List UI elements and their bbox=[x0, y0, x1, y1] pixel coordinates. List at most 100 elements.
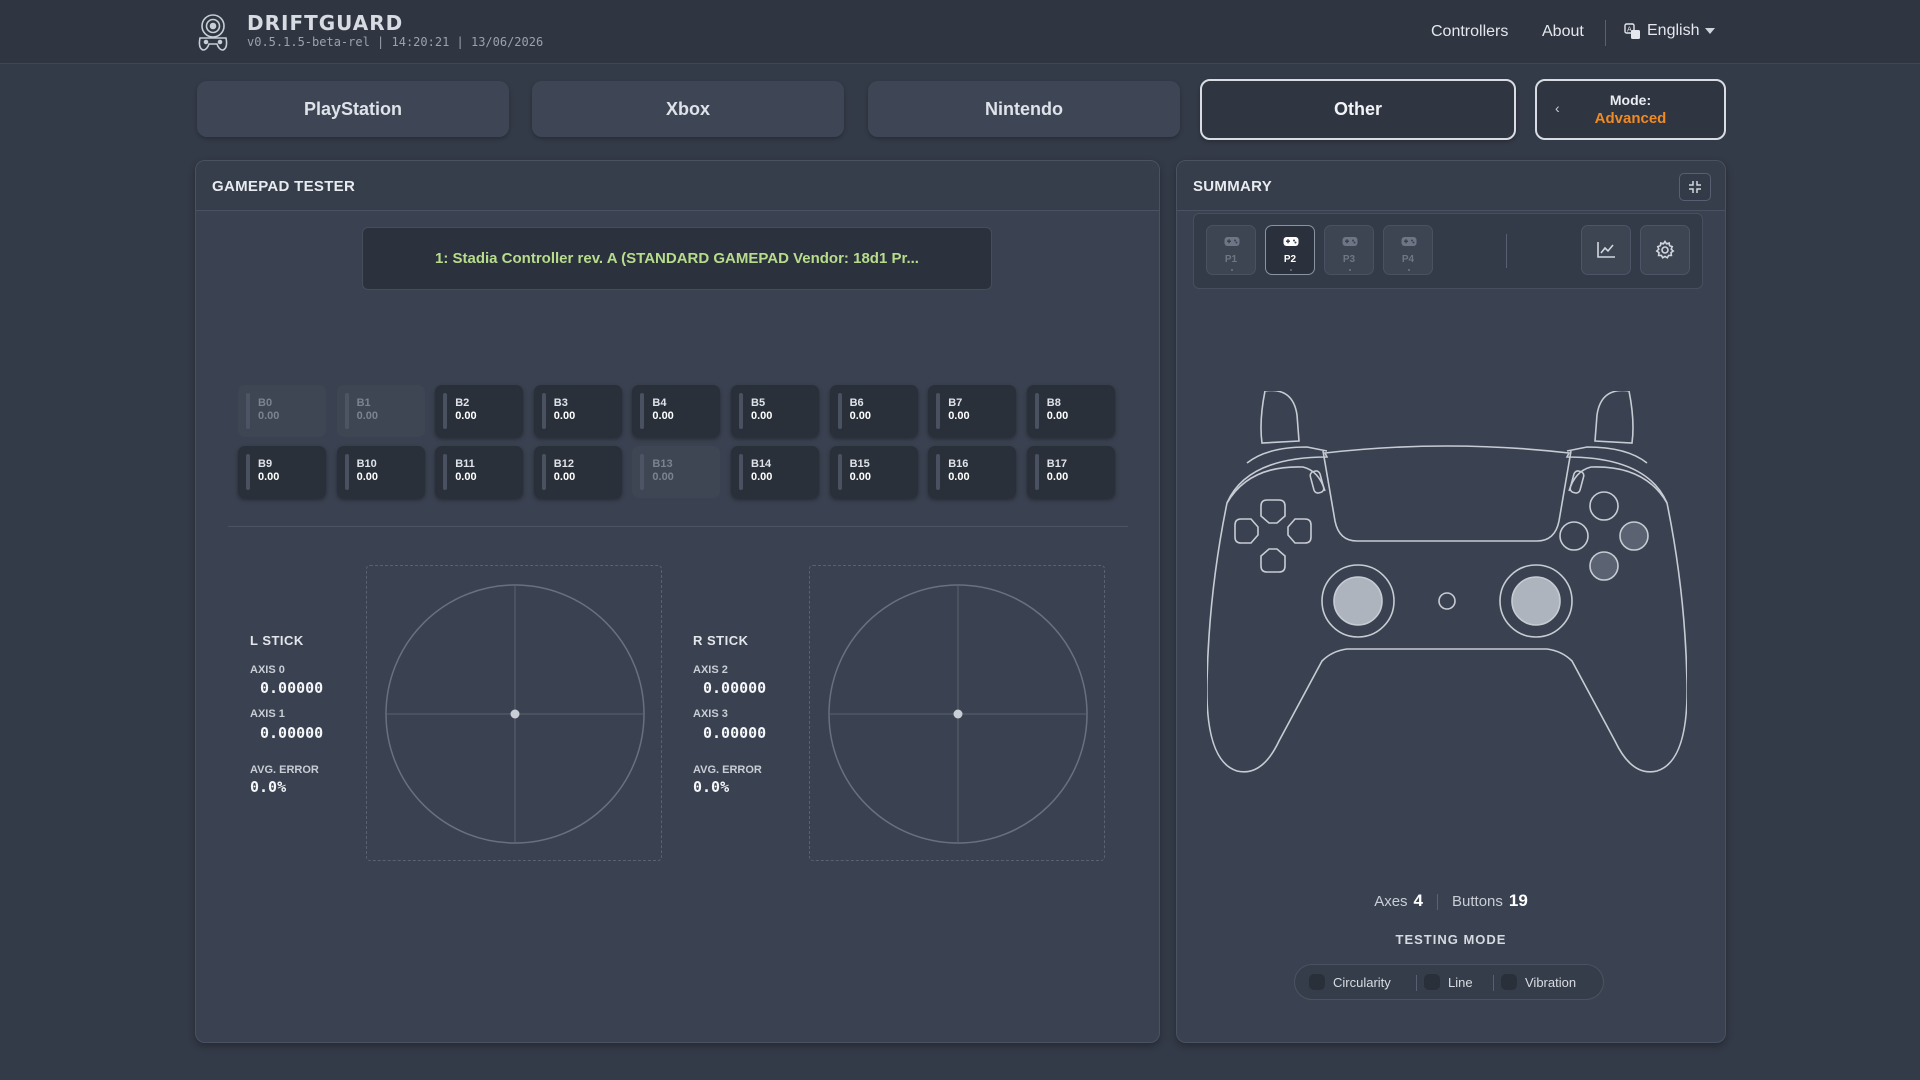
device-selector[interactable]: 1: Stadia Controller rev. A (STANDARD GA… bbox=[362, 227, 992, 290]
settings-button[interactable] bbox=[1640, 225, 1690, 275]
vibration-label: Vibration bbox=[1525, 974, 1577, 990]
option-vibration[interactable]: Vibration bbox=[1501, 974, 1576, 990]
right-axis-y-value: 0.00000 bbox=[703, 724, 767, 742]
left-axis-y-label: AXIS 1 bbox=[250, 708, 285, 720]
collapse-button[interactable] bbox=[1679, 173, 1711, 201]
player-label: P4 bbox=[1401, 254, 1415, 265]
button-name: B3 bbox=[553, 397, 568, 409]
player-slot-p1[interactable]: P1 bbox=[1206, 225, 1256, 275]
button-indicator: B14 0.00 bbox=[731, 446, 819, 498]
player-status-dot bbox=[1349, 269, 1351, 271]
button-name: B0 bbox=[258, 397, 273, 409]
counts-row: Axes 4 Buttons 19 bbox=[1177, 891, 1725, 911]
tab-nintendo[interactable]: Nintendo bbox=[868, 81, 1180, 137]
left-axis-y-value: 0.00000 bbox=[260, 724, 324, 742]
line-checkbox[interactable] bbox=[1424, 974, 1440, 990]
button-value: 0.00 bbox=[356, 471, 379, 483]
line-label: Line bbox=[1448, 974, 1473, 990]
language-selector[interactable]: A English bbox=[1624, 22, 1716, 40]
button-indicator: B4 0.00 bbox=[632, 385, 721, 437]
left-axis-x-label: AXIS 0 bbox=[250, 664, 285, 676]
language-label: English bbox=[1647, 22, 1700, 39]
button-indicator: B15 0.00 bbox=[829, 446, 918, 498]
tab-other[interactable]: Other bbox=[1200, 79, 1516, 140]
right-axis-y-label: AXIS 3 bbox=[693, 708, 728, 720]
nav-about-link[interactable]: About bbox=[1542, 23, 1584, 41]
right-stick-visualizer bbox=[809, 565, 1105, 861]
option-line[interactable]: Line bbox=[1424, 974, 1473, 990]
right-stick-circle bbox=[828, 584, 1088, 844]
brand-name: DRIFTGUARD bbox=[247, 11, 404, 35]
button-pressure-bar bbox=[936, 454, 941, 490]
left-error-label: AVG. ERROR bbox=[250, 764, 319, 776]
option-divider bbox=[1493, 975, 1494, 991]
button-indicator: B0 0.00 bbox=[238, 385, 326, 437]
right-axis-x-value: 0.00000 bbox=[703, 679, 767, 697]
button-name: B16 bbox=[948, 458, 969, 470]
vibration-checkbox[interactable] bbox=[1501, 974, 1517, 990]
top-header: DRIFTGUARD v0.5.1.5-beta-rel | 14:20:21 … bbox=[0, 0, 1920, 64]
left-stick-title: L STICK bbox=[250, 633, 304, 648]
button-value: 0.00 bbox=[948, 410, 970, 422]
player-label: P3 bbox=[1342, 254, 1356, 265]
button-indicator: B9 0.00 bbox=[238, 446, 326, 498]
button-pressure-bar bbox=[443, 454, 448, 490]
nav-controllers-link[interactable]: Controllers bbox=[1431, 23, 1508, 41]
player-status-dot bbox=[1231, 269, 1233, 271]
button-pressure-bar bbox=[541, 393, 546, 429]
buttons-count: 19 bbox=[1508, 891, 1528, 910]
circularity-checkbox[interactable] bbox=[1309, 974, 1325, 990]
button-pressure-bar bbox=[541, 454, 546, 490]
button-name: B7 bbox=[948, 397, 963, 409]
gamepad-icon bbox=[1224, 237, 1240, 246]
button-indicator: B1 0.00 bbox=[336, 385, 425, 437]
tab-xbox[interactable]: Xbox bbox=[532, 81, 844, 137]
button-indicator: B17 0.00 bbox=[1026, 446, 1115, 498]
tester-title: GAMEPAD TESTER bbox=[212, 178, 356, 195]
left-error-value: 0.0% bbox=[250, 778, 287, 796]
counts-divider bbox=[1437, 894, 1439, 911]
button-value: 0.00 bbox=[553, 471, 576, 483]
right-error-label: AVG. ERROR bbox=[693, 764, 762, 776]
button-value: 0.00 bbox=[652, 410, 674, 422]
button-indicator: B7 0.00 bbox=[928, 385, 1017, 437]
button-name: B17 bbox=[1046, 458, 1067, 470]
gamepad-icon bbox=[1401, 237, 1417, 246]
button-pressure-bar bbox=[1034, 454, 1039, 490]
button-indicator: B3 0.00 bbox=[533, 385, 622, 437]
summary-panel-header: SUMMARY bbox=[1177, 161, 1725, 211]
button-value: 0.00 bbox=[849, 471, 872, 483]
button-value: 0.00 bbox=[553, 410, 576, 422]
button-name: B12 bbox=[553, 458, 574, 470]
caret-down-icon bbox=[1705, 28, 1716, 34]
button-pressure-bar bbox=[739, 393, 743, 429]
mode-toggle-button[interactable]: ‹ Mode: Advanced bbox=[1535, 79, 1726, 140]
player-slot-p4[interactable]: P4 bbox=[1383, 225, 1433, 275]
button-name: B9 bbox=[258, 458, 273, 470]
button-indicator: B5 0.00 bbox=[731, 385, 819, 437]
button-indicator: B13 0.00 bbox=[632, 446, 721, 498]
option-circularity[interactable]: Circularity bbox=[1309, 974, 1391, 990]
button-pressure-bar bbox=[837, 393, 842, 429]
button-indicator: B8 0.00 bbox=[1026, 385, 1115, 437]
button-indicator: B12 0.00 bbox=[533, 446, 622, 498]
button-pressure-bar bbox=[640, 393, 645, 429]
button-pressure-bar bbox=[1034, 393, 1039, 429]
button-value: 0.00 bbox=[356, 410, 379, 422]
button-name: B11 bbox=[455, 458, 475, 470]
button-indicator: B11 0.00 bbox=[435, 446, 524, 498]
button-name: B6 bbox=[849, 397, 864, 409]
button-value: 0.00 bbox=[455, 410, 477, 422]
player-status-dot bbox=[1290, 269, 1292, 271]
button-name: B10 bbox=[356, 458, 377, 470]
chart-button[interactable] bbox=[1581, 225, 1631, 275]
right-error-value: 0.0% bbox=[693, 778, 730, 796]
button-name: B14 bbox=[751, 458, 772, 470]
version-info: v0.5.1.5-beta-rel | 14:20:21 | 13/06/202… bbox=[247, 35, 544, 49]
button-value: 0.00 bbox=[258, 410, 280, 422]
axes-count: 4 bbox=[1413, 891, 1424, 910]
tab-playstation[interactable]: PlayStation bbox=[197, 81, 509, 137]
player-status-dot bbox=[1408, 269, 1410, 271]
player-slot-p2[interactable]: P2 bbox=[1265, 225, 1315, 275]
player-slot-p3[interactable]: P3 bbox=[1324, 225, 1374, 275]
